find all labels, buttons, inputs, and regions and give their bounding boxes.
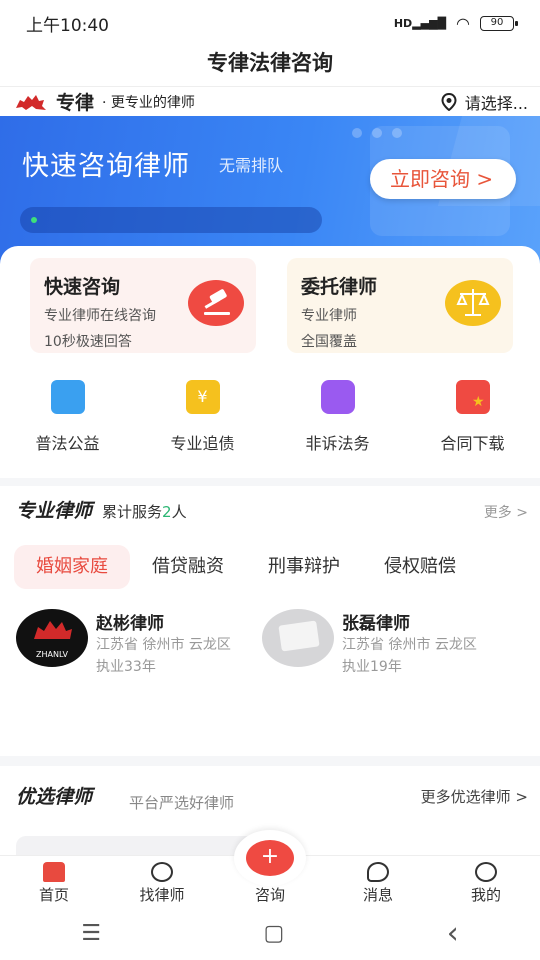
feature-grid: 普法公益 ¥ 专业追债 非诉法务 ★ 合同下载: [0, 374, 540, 454]
home-icon: [43, 862, 65, 882]
chat-plus-icon: +: [246, 840, 294, 876]
lawyer-location: 江苏省 徐州市 云龙区: [342, 637, 477, 653]
more-lawyers-link[interactable]: 更多 >: [484, 502, 528, 522]
feature-legal-aid[interactable]: 普法公益: [0, 374, 135, 454]
category-tabs: 婚姻家庭 借贷融资 刑事辩护 侵权赔偿: [14, 545, 478, 589]
quick-consult-card[interactable]: 快速咨询 专业律师在线咨询 10秒极速回答: [30, 258, 256, 353]
tab-label: 咨询: [254, 886, 285, 904]
tab-profile[interactable]: 我的: [432, 856, 540, 907]
brand-name: 专律: [56, 92, 95, 114]
brand-bar: 专律 · 更专业的律师 请选择...: [0, 86, 540, 116]
lawyer-years: 执业19年: [342, 659, 402, 675]
tab-label: 我的: [470, 886, 501, 904]
tab-label: 首页: [38, 886, 69, 904]
lawyer-years: 执业33年: [96, 659, 156, 675]
card-line: 全国覆盖: [301, 334, 357, 350]
clock: 上午10:40: [26, 15, 109, 36]
section-title: 优选律师: [16, 786, 93, 808]
tab-marriage-family[interactable]: 婚姻家庭: [14, 545, 130, 589]
wifi-icon: ◠: [456, 13, 470, 33]
tab-label: 消息: [362, 886, 393, 904]
banner-subtitle: 无需排队: [219, 156, 284, 175]
section-title: 专业律师: [16, 500, 93, 522]
more-featured-link[interactable]: 更多优选律师 >: [421, 786, 528, 807]
feature-label: 合同下载: [440, 434, 505, 453]
tab-home[interactable]: 首页: [0, 856, 108, 907]
briefcase-icon: [320, 380, 355, 414]
feature-label: 专业追债: [170, 434, 235, 453]
gavel-icon: [188, 280, 244, 326]
lion-logo-icon: [16, 94, 46, 110]
banner-title: 快速咨询律师: [22, 151, 190, 182]
tab-find-lawyer[interactable]: 找律师: [108, 856, 216, 907]
lawyer-card[interactable]: 张磊律师 江苏省 徐州市 云龙区 执业19年: [262, 609, 512, 675]
status-icons: HD▂▄▆█ ◠ 90: [393, 13, 518, 33]
home-button-icon[interactable]: ▢: [263, 921, 284, 946]
feature-contract-download[interactable]: ★ 合同下载: [405, 374, 540, 454]
battery-icon: 90: [480, 15, 518, 31]
system-nav-bar: ☰ ▢ ‹: [0, 907, 540, 960]
location-pin-icon: [441, 92, 457, 111]
tab-tort-compensation[interactable]: 侵权赔偿: [362, 545, 478, 589]
person-icon: [151, 862, 173, 882]
brand-slogan: 更专业的律师: [110, 94, 195, 111]
smile-icon: [475, 862, 497, 882]
app-title: 专律法律咨询: [0, 46, 540, 86]
lawyer-location: 江苏省 徐州市 云龙区: [96, 637, 231, 653]
entrust-lawyer-card[interactable]: 委托律师 专业律师 全国覆盖: [287, 258, 513, 353]
lawyers-section: 专业律师 累计服务2人 更多 > 婚姻家庭 借贷融资 刑事辩护 侵权赔偿 ZHA…: [0, 486, 540, 756]
consult-now-button[interactable]: 立即咨询 >: [370, 159, 516, 199]
location-selector[interactable]: 请选择...: [441, 90, 528, 114]
back-icon[interactable]: ‹: [447, 916, 459, 951]
menu-icon[interactable]: ☰: [81, 921, 101, 946]
brand-dot: ·: [102, 94, 107, 111]
avatar-logo-text: ZHANLV: [35, 650, 68, 659]
feature-debt-collection[interactable]: ¥ 专业追债: [135, 374, 270, 454]
online-dot: [31, 217, 37, 223]
banner-dots: [352, 128, 402, 138]
hero-banner[interactable]: 快速咨询律师 无需排队 立即咨询 >: [0, 116, 540, 266]
tab-label: 找律师: [139, 886, 185, 904]
lawyer-card[interactable]: ZHANLV 赵彬律师 江苏省 徐州市 云龙区 执业33年: [16, 609, 266, 675]
lawyer-name: 张磊律师: [342, 614, 410, 634]
chat-bubble-icon: [367, 862, 389, 882]
featured-card-preview[interactable]: [16, 836, 266, 856]
feature-label: 非诉法务: [305, 434, 370, 453]
book-icon: [50, 380, 85, 414]
services-panel: 快速咨询 专业律师在线咨询 10秒极速回答 委托律师 专业律师 全国覆盖 普法公…: [0, 246, 540, 478]
signal-icon: HD▂▄▆█: [393, 16, 447, 30]
tab-criminal-defense[interactable]: 刑事辩护: [246, 545, 362, 589]
consult-fab[interactable]: +: [234, 830, 306, 886]
service-count: 累计服务2人: [102, 503, 187, 521]
feature-non-litigation[interactable]: 非诉法务: [270, 374, 405, 454]
avatar: [262, 609, 334, 667]
money-icon: ¥: [185, 380, 220, 414]
contract-icon: ★: [455, 380, 490, 414]
feature-label: 普法公益: [35, 434, 100, 453]
brand: 专律 · 更专业的律师: [14, 88, 195, 115]
tab-messages[interactable]: 消息: [324, 856, 432, 907]
avatar: ZHANLV: [16, 609, 88, 667]
scales-icon: [445, 280, 501, 326]
status-bar: 上午10:40 HD▂▄▆█ ◠ 90: [0, 0, 540, 46]
tab-loan-finance[interactable]: 借贷融资: [130, 545, 246, 589]
lawyer-name: 赵彬律师: [96, 614, 164, 634]
ticker-bar: [20, 207, 322, 233]
location-label: 请选择...: [464, 93, 528, 113]
section-subtitle: 平台严选好律师: [129, 794, 235, 812]
card-line: 10秒极速回答: [44, 334, 132, 350]
